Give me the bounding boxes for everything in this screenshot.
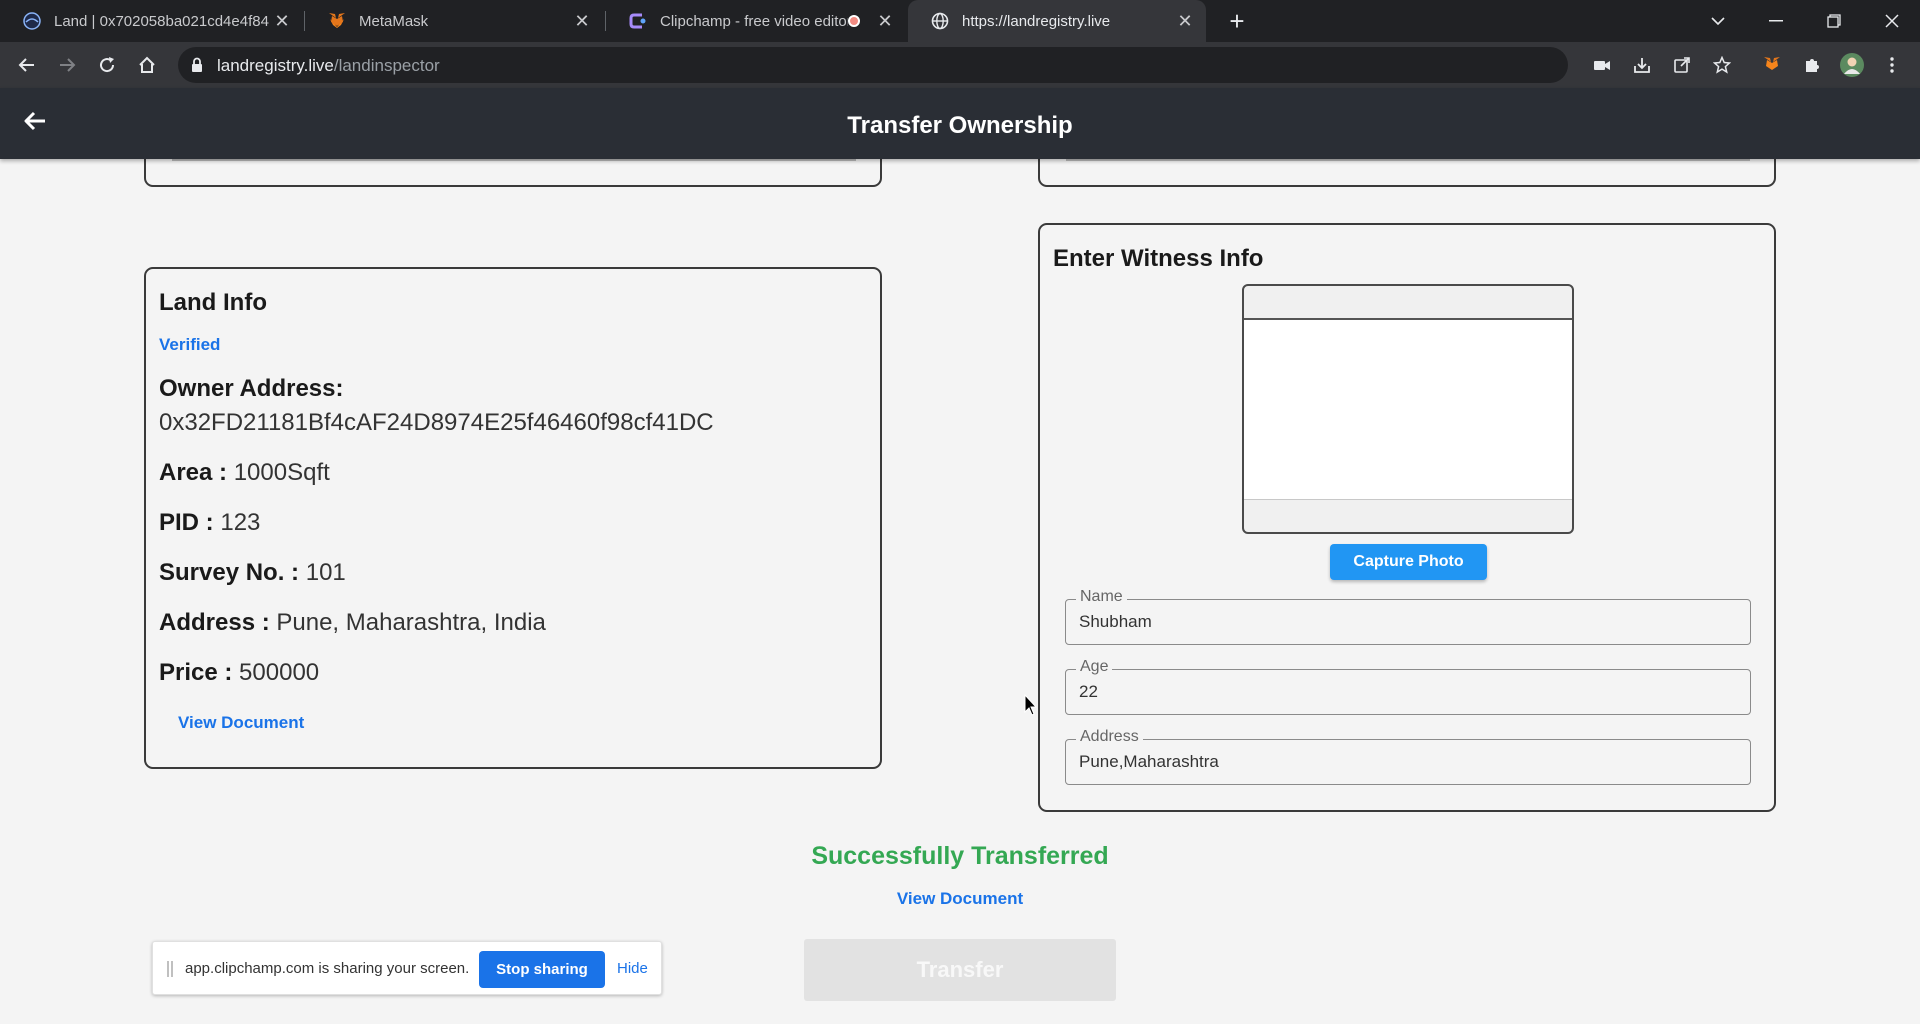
webcam-preview [1242,284,1574,534]
url-host: landregistry.live [217,56,334,75]
survey-row: Survey No. : 101 [159,559,346,587]
survey-label: Survey No. : [159,559,300,586]
tab-title: Clipchamp - free video editor [660,12,848,30]
success-message: Successfully Transferred [811,842,1109,870]
area-label: Area : [159,459,228,486]
address-label: Address : [159,609,270,636]
view-document-link[interactable]: View Document [897,889,1023,908]
verified-status: Verified [159,335,221,354]
globe-icon [930,11,950,31]
witness-info-card: Enter Witness Info Capture Photo Name Sh… [1038,223,1776,812]
minimize-button[interactable] [1748,0,1804,42]
browser-tab-strip: Land | 0x702058ba021cd4e4f847 ✕ MetaMask… [0,0,1920,42]
owner-address-key: Owner Address: [159,375,344,402]
home-icon[interactable] [131,49,163,81]
tab-clipchamp[interactable]: Clipchamp - free video editor ✕ [606,0,906,42]
url-text: landregistry.live/landinspector [217,56,440,76]
close-icon[interactable]: ✕ [269,8,295,34]
more-menu-icon[interactable] [1876,49,1908,81]
owner-address-label: Owner Address: [159,375,344,403]
age-label: Age [1076,658,1113,676]
webcam-feed [1244,318,1572,500]
land-info-heading: Land Info [159,289,267,316]
install-app-icon[interactable] [1626,49,1658,81]
witness-name-field[interactable]: Name Shubham [1065,588,1751,645]
view-document-link[interactable]: View Document [178,713,304,733]
restore-button[interactable] [1806,0,1862,42]
page-title: Transfer Ownership [847,112,1073,139]
hide-button[interactable]: Hide [617,960,648,977]
extensions-puzzle-icon[interactable] [1796,49,1828,81]
tab-land[interactable]: Land | 0x702058ba021cd4e4f847 ✕ [0,0,303,42]
tab-landregistry[interactable]: https://landregistry.live ✕ [908,0,1206,42]
divider [172,159,856,161]
tab-title: MetaMask [359,12,429,30]
tab-title: https://landregistry.live [962,12,1111,30]
tab-search-chevron-icon[interactable] [1690,0,1746,42]
transfer-button[interactable]: Transfer [804,939,1116,1001]
stop-sharing-button[interactable]: Stop sharing [479,951,605,988]
divider [1066,159,1750,161]
address-bar[interactable]: landregistry.live/landinspector [178,47,1568,83]
land-app-icon [22,11,42,31]
url-path: /landinspector [333,56,440,75]
survey-value: 101 [305,559,346,586]
address-row: Address : Pune, Maharashtra, India [159,609,546,637]
share-message: app.clipchamp.com is sharing your screen… [185,960,470,977]
price-row: Price : 500000 [159,659,319,687]
address-field-label: Address [1076,728,1143,746]
witness-heading: Enter Witness Info [1053,245,1264,272]
share-icon[interactable] [1666,49,1698,81]
mouse-cursor-icon [1024,693,1038,721]
reload-icon[interactable] [91,49,123,81]
address-field-value: Pune,Maharashtra [1079,752,1219,771]
price-value: 500000 [239,659,320,686]
price-label: Price : [159,659,233,686]
close-icon[interactable]: ✕ [569,8,595,34]
owner-address-value: 0x32FD21181Bf4cAF24D8974E25f46460f98cf41… [159,409,714,437]
view-transfer-document-link: View Document [0,889,1920,909]
age-value: 22 [1079,682,1098,701]
name-label: Name [1076,588,1127,606]
owner-address-text: 0x32FD21181Bf4cAF24D8974E25f46460f98cf41… [159,409,714,436]
pid-value: 123 [220,509,261,536]
area-value: 1000Sqft [233,459,330,486]
address-value: Pune, Maharashtra, India [276,609,546,636]
bookmark-star-icon[interactable] [1706,49,1738,81]
camera-icon[interactable] [1586,49,1618,81]
drag-handle-icon[interactable] [167,961,173,977]
new-tab-button[interactable]: + [1222,6,1252,36]
metamask-extension-icon[interactable] [1756,49,1788,81]
metamask-fox-icon [327,11,347,31]
clipchamp-icon [628,11,648,31]
app-header: Transfer Ownership [0,88,1920,159]
land-info-card: Land Info Verified Owner Address: 0x32FD… [144,267,882,769]
pid-label: PID : [159,509,214,536]
witness-address-field[interactable]: Address Pune,Maharashtra [1065,728,1751,785]
back-arrow-icon[interactable] [11,49,43,81]
close-window-button[interactable] [1864,0,1920,42]
capture-photo-button[interactable]: Capture Photo [1330,544,1487,580]
tab-title: Land | 0x702058ba021cd4e4f847 [54,12,269,30]
profile-avatar[interactable] [1836,49,1868,81]
area-row: Area : 1000Sqft [159,459,330,487]
pid-row: PID : 123 [159,509,260,537]
recording-indicator-icon [848,15,860,27]
browser-toolbar: landregistry.live/landinspector [0,42,1920,88]
witness-age-field[interactable]: Age 22 [1065,658,1751,715]
name-value: Shubham [1079,612,1152,631]
tab-metamask[interactable]: MetaMask ✕ [305,0,603,42]
lock-icon[interactable] [190,57,204,78]
close-icon[interactable]: ✕ [1172,8,1198,34]
forward-arrow-icon[interactable] [51,49,83,81]
close-icon[interactable]: ✕ [872,8,898,34]
screen-share-notification: app.clipchamp.com is sharing your screen… [152,941,662,995]
